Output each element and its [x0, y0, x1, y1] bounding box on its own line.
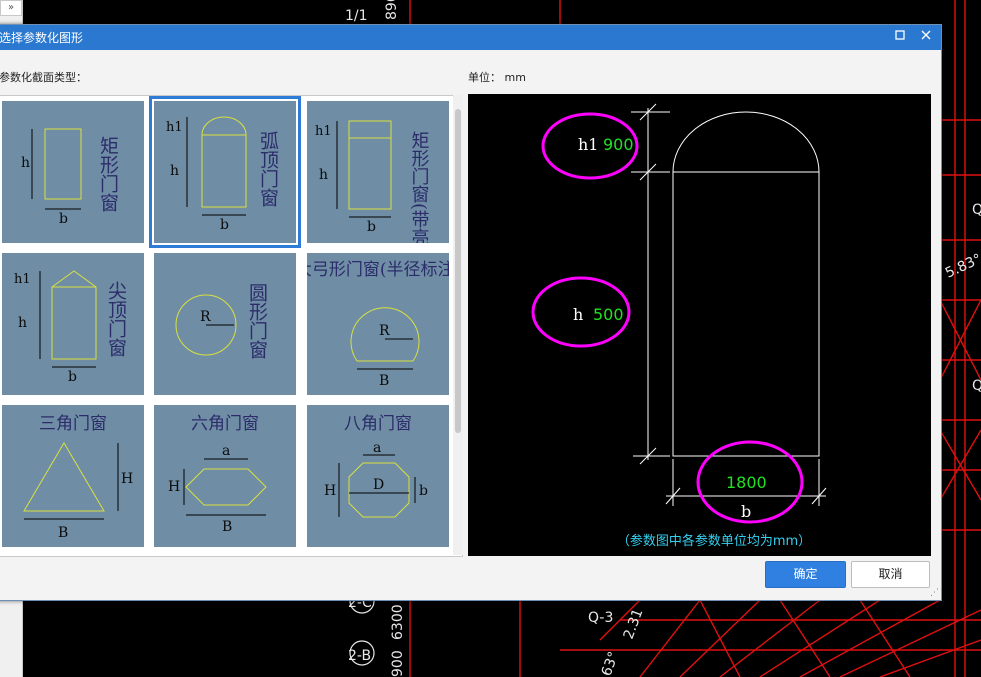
dim-h1: h1: [14, 272, 31, 287]
maximize-button[interactable]: [891, 28, 909, 46]
shape-octagon-door[interactable]: a H D b 八角门窗: [307, 405, 449, 547]
parametric-shape-dialog: 选择参数化图形 参数化截面类型： 单位： mm h b 矩形门窗 h1 h b …: [0, 24, 942, 601]
param-h-value[interactable]: 500: [593, 305, 624, 324]
dim-h: H: [168, 479, 180, 495]
shape-rect-door[interactable]: h b 矩形门窗: [2, 101, 144, 243]
dim-b: b: [220, 217, 229, 233]
shape-grid: h b 矩形门窗 h1 h b 弧顶门窗 h1 h b 矩形门窗(带亮子) h1…: [0, 95, 463, 557]
dim-h1: h1: [315, 124, 332, 139]
dim-h: H: [324, 483, 336, 499]
dim-b: b: [419, 483, 428, 499]
shape-label: 弧顶门窗: [257, 131, 279, 207]
cad-label-q-mid: Q: [972, 378, 981, 394]
arch-door-icon: h1 h b 弧顶门窗: [166, 116, 279, 233]
dim-a: a: [222, 443, 230, 459]
dim-d: D: [373, 477, 384, 493]
shape-pointed-door[interactable]: h1 h b 尖顶门窗: [2, 253, 144, 395]
shape-large-arch-door[interactable]: R B 大弓形门窗(半径标注): [295, 253, 461, 395]
shape-hexagon-door[interactable]: a H B 六角门窗: [154, 405, 296, 547]
param-h1-value[interactable]: 900: [603, 135, 634, 154]
shape-rect-transom-door[interactable]: h1 h b 矩形门窗(带亮子): [307, 101, 449, 271]
cad-label-890: 890: [384, 0, 400, 20]
rect-door-icon: h b 矩形门窗: [21, 128, 119, 227]
dim-h: h: [170, 163, 179, 179]
cad-label-900: 900: [390, 650, 406, 677]
unit-label: 单位： mm: [468, 69, 526, 85]
dim-h: h: [319, 167, 328, 183]
triangle-door-icon: H B 三角门窗: [23, 414, 133, 541]
cad-label-6300: 6300: [390, 604, 406, 640]
param-h-name: h: [573, 305, 583, 324]
preview-drawing: h1 900 h 500 1800 b （参数图中各参数单位均为mm）: [531, 103, 827, 549]
parameter-preview: h1 900 h 500 1800 b （参数图中各参数单位均为mm）: [468, 94, 931, 556]
scrollbar-thumb[interactable]: [455, 109, 461, 433]
large-arch-door-icon: R B 大弓形门窗(半径标注): [295, 260, 461, 389]
dim-h: h: [18, 315, 27, 331]
shape-triangle-door[interactable]: H B 三角门窗: [2, 405, 144, 547]
pointed-door-icon: h1 h b 尖顶门窗: [14, 270, 127, 385]
dim-a: a: [373, 440, 381, 456]
section-type-label: 参数化截面类型：: [0, 71, 87, 84]
shape-label: 八角门窗: [344, 414, 412, 434]
dialog-titlebar[interactable]: 选择参数化图形: [0, 25, 941, 50]
dim-r: R: [379, 323, 390, 339]
shape-label: 矩形门窗(带亮子): [409, 131, 430, 243]
close-icon: [921, 30, 931, 40]
shape-label: 矩形门窗: [97, 136, 119, 212]
unit-value: mm: [504, 71, 526, 84]
close-button[interactable]: [917, 28, 935, 46]
shape-grid-scrollbar[interactable]: [453, 95, 463, 555]
circle-door-icon: R 圆形门窗: [175, 283, 268, 359]
dim-b: b: [367, 219, 376, 235]
dim-r: R: [200, 309, 211, 325]
shape-arch-door[interactable]: h1 h b 弧顶门窗: [149, 96, 301, 248]
hexagon-door-icon: a H B 六角门窗: [168, 414, 267, 535]
dim-b: b: [68, 369, 77, 385]
cancel-button[interactable]: 取消: [851, 561, 930, 588]
dim-b: B: [222, 519, 232, 535]
param-h1-name: h1: [578, 135, 598, 154]
cad-label-q3: Q-3: [588, 610, 613, 626]
shape-label: 圆形门窗: [246, 283, 268, 359]
octagon-door-icon: a H D b 八角门窗: [324, 414, 428, 518]
cad-label-q-top: Q: [972, 202, 981, 218]
ok-button[interactable]: 确定: [765, 561, 846, 588]
dim-h: H: [121, 471, 133, 487]
shape-label: 大弓形门窗(半径标注): [307, 260, 449, 280]
param-b-value[interactable]: 1800: [726, 473, 767, 492]
shape-label: 尖顶门窗: [105, 281, 127, 357]
shape-label: 三角门窗: [39, 414, 107, 434]
maximize-icon: [895, 30, 905, 40]
cad-label-axis-1-1: 1/1: [345, 8, 368, 24]
rect-transom-door-icon: h1 h b 矩形门窗(带亮子): [315, 120, 430, 271]
dim-h1: h1: [166, 120, 183, 135]
shape-circle-door[interactable]: R 圆形门窗: [154, 253, 296, 395]
dim-h: h: [21, 155, 30, 171]
dim-b: B: [379, 373, 389, 389]
shape-label: 六角门窗: [191, 414, 259, 434]
cad-label-2b: 2-B: [348, 648, 371, 664]
toolbar-expand-icon[interactable]: »: [0, 0, 22, 16]
dialog-title: 选择参数化图形: [0, 31, 84, 45]
param-b-name: b: [741, 502, 751, 521]
resize-grip-icon[interactable]: ⋰: [930, 588, 939, 598]
unit-label-text: 单位：: [468, 71, 501, 84]
unit-note: （参数图中各参数单位均为mm）: [617, 533, 811, 549]
dim-b: B: [58, 525, 68, 541]
dim-b: b: [59, 211, 68, 227]
